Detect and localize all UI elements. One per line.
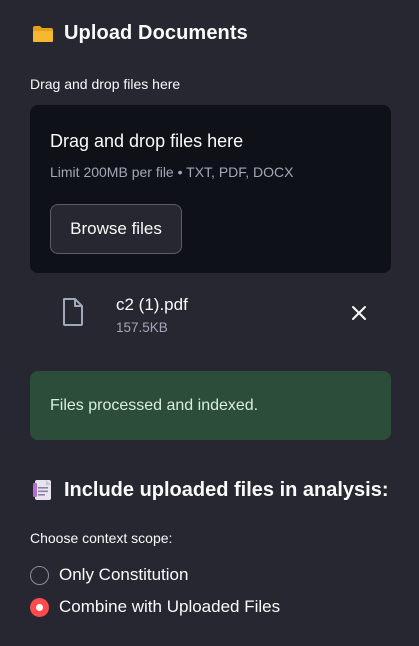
browse-files-button[interactable]: Browse files	[50, 204, 182, 254]
close-icon	[352, 306, 366, 320]
upload-section-header: Upload Documents	[32, 22, 248, 45]
uploaded-file-name: c2 (1).pdf	[116, 295, 188, 314]
folder-icon	[33, 25, 53, 42]
radio-label-combine-uploaded: Combine with Uploaded Files	[59, 597, 281, 616]
context-scope-label: Choose context scope:	[30, 530, 173, 546]
file-dropzone[interactable]: Drag and drop files here Limit 200MB per…	[30, 105, 391, 273]
dropzone-title: Drag and drop files here	[50, 131, 244, 151]
radio-combine-uploaded[interactable]: Combine with Uploaded Files	[30, 597, 280, 617]
radio-unchecked-icon[interactable]	[30, 565, 49, 585]
uploader-label: Drag and drop files here	[30, 76, 181, 92]
analysis-section-title: Include uploaded files in analysis:	[64, 478, 389, 501]
radio-checked-icon[interactable]	[30, 597, 49, 617]
success-alert: Files processed and indexed.	[30, 371, 391, 440]
file-icon	[63, 298, 83, 326]
sidebar-panel: Upload Documents Drag and drop files her…	[0, 0, 419, 646]
remove-file-button[interactable]	[348, 302, 370, 324]
uploaded-file-size: 157.5KB	[116, 320, 168, 335]
uploaded-file-item: c2 (1).pdf 157.5KB	[30, 288, 391, 344]
radio-only-constitution[interactable]: Only Constitution	[30, 565, 188, 585]
dropzone-limit-text: Limit 200MB per file • TXT, PDF, DOCX	[50, 164, 294, 180]
upload-section-title: Upload Documents	[64, 22, 248, 44]
analysis-section-header: Include uploaded files in analysis:	[32, 478, 389, 502]
success-message: Files processed and indexed.	[50, 396, 259, 414]
radio-label-only-constitution: Only Constitution	[59, 565, 189, 584]
document-icon	[33, 480, 51, 500]
